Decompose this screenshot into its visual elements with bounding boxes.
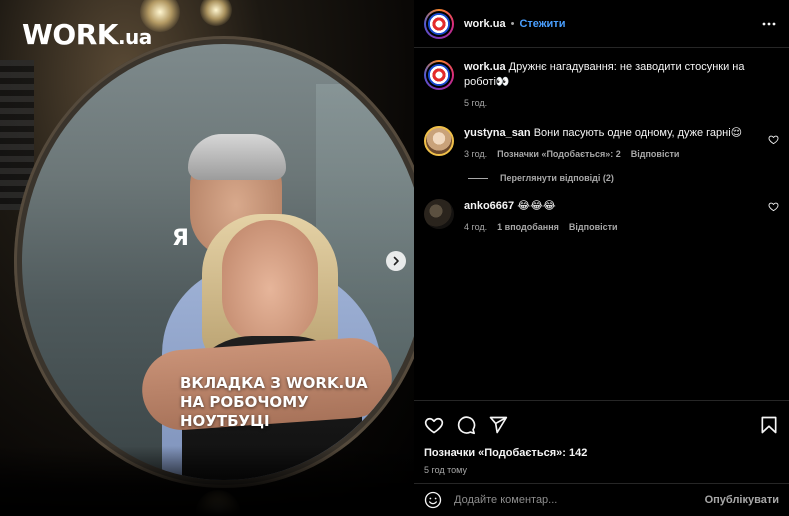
post-media: WORK.ua Я ВКЛАДКА З WORK.UA НА РОБОЧОМУ … xyxy=(0,0,414,516)
comment-text: 😂😂😂 xyxy=(517,200,556,212)
man-hair xyxy=(188,134,286,180)
next-slide-button[interactable] xyxy=(386,251,406,271)
view-replies-button[interactable]: Переглянути відповіді (2) xyxy=(468,173,789,183)
likes-count[interactable]: Позначки «Подобається»: 142 xyxy=(424,447,779,459)
post-caption: work.ua Дружнє нагадування: не заводити … xyxy=(414,60,789,108)
instagram-post-modal: WORK.ua Я ВКЛАДКА З WORK.UA НА РОБОЧОМУ … xyxy=(0,0,789,516)
comments-list: work.ua Дружнє нагадування: не заводити … xyxy=(414,50,789,400)
comment-icon[interactable] xyxy=(456,415,476,435)
action-icons-row xyxy=(424,413,779,437)
overlay-line-2: НА РОБОЧОМУ НОУТБУЦІ xyxy=(180,393,309,430)
comment-item: anko6667 😂😂😂 4 год. 1 вподобання Відпові… xyxy=(414,199,789,232)
caption-username[interactable]: work.ua xyxy=(464,61,506,73)
reply-button[interactable]: Відповісти xyxy=(569,222,618,232)
heart-icon[interactable] xyxy=(768,134,779,145)
logo-main: WORK xyxy=(22,18,118,51)
caption-author-avatar[interactable] xyxy=(424,60,454,90)
view-replies-line xyxy=(468,177,488,179)
comment-likes[interactable]: Позначки «Подобається»: 2 xyxy=(497,149,621,159)
heart-icon[interactable] xyxy=(424,415,444,435)
comment-input[interactable] xyxy=(454,494,705,506)
heart-icon[interactable] xyxy=(768,201,779,212)
comment-time: 3 год. xyxy=(464,149,488,159)
share-icon[interactable] xyxy=(488,415,508,435)
comment-username[interactable]: anko6667 xyxy=(464,200,514,212)
author-avatar[interactable] xyxy=(424,8,454,39)
follow-button[interactable]: Стежити xyxy=(519,18,565,30)
workua-logo: WORK.ua xyxy=(22,18,152,51)
comment-text-line: anko6667 😂😂😂 xyxy=(464,199,754,214)
comment-text: Вони пасують одне одному, дуже гарні😌 xyxy=(533,127,743,139)
publish-button[interactable]: Опублікувати xyxy=(705,494,779,506)
emoji-icon[interactable] xyxy=(424,491,442,509)
chevron-right-icon xyxy=(393,256,399,266)
commenter-avatar[interactable] xyxy=(424,199,454,229)
caption-text-line: work.ua Дружнє нагадування: не заводити … xyxy=(464,60,754,90)
post-actions: Позначки «Подобається»: 142 5 год тому xyxy=(414,400,789,475)
media-overlay-text: ВКЛАДКА З WORK.UA НА РОБОЧОМУ НОУТБУЦІ xyxy=(180,374,400,431)
woman-head xyxy=(222,220,318,346)
comment-likes[interactable]: 1 вподобання xyxy=(497,222,559,232)
add-comment-bar: Опублікувати xyxy=(414,483,789,516)
post-header: work.ua • Стежити xyxy=(414,0,789,48)
caption-time: 5 год. xyxy=(464,98,488,108)
bookmark-icon[interactable] xyxy=(759,415,779,435)
commenter-avatar[interactable] xyxy=(424,126,454,156)
post-side-panel: work.ua • Стежити work.ua Дружнє нагадув… xyxy=(414,0,789,516)
post-time: 5 год тому xyxy=(424,465,467,475)
comment-meta: 4 год. 1 вподобання Відповісти xyxy=(464,222,754,232)
comment-text-line: yustyna_san Вони пасують одне одному, ду… xyxy=(464,126,754,141)
author-username[interactable]: work.ua xyxy=(464,18,506,30)
reply-button[interactable]: Відповісти xyxy=(631,149,680,159)
view-replies-label: Переглянути відповіді (2) xyxy=(500,173,614,183)
ya-label: Я xyxy=(172,226,189,251)
caption-text: Дружнє нагадування: не заводити стосунки… xyxy=(464,61,745,88)
workua-avatar-logo xyxy=(428,12,450,35)
comment-time: 4 год. xyxy=(464,222,488,232)
crowd-silhouette xyxy=(0,446,414,516)
logo-tld: .ua xyxy=(117,25,152,49)
workua-avatar-logo xyxy=(428,64,450,86)
comment-username[interactable]: yustyna_san xyxy=(464,127,531,139)
caption-meta: 5 год. xyxy=(464,98,754,108)
header-separator: • xyxy=(510,17,515,30)
more-horizontal-icon[interactable] xyxy=(761,16,777,32)
comment-item: yustyna_san Вони пасують одне одному, ду… xyxy=(414,126,789,159)
comment-meta: 3 год. Позначки «Подобається»: 2 Відпові… xyxy=(464,149,754,159)
stage-light xyxy=(200,0,232,26)
overlay-line-1: ВКЛАДКА З WORK.UA xyxy=(180,374,368,392)
